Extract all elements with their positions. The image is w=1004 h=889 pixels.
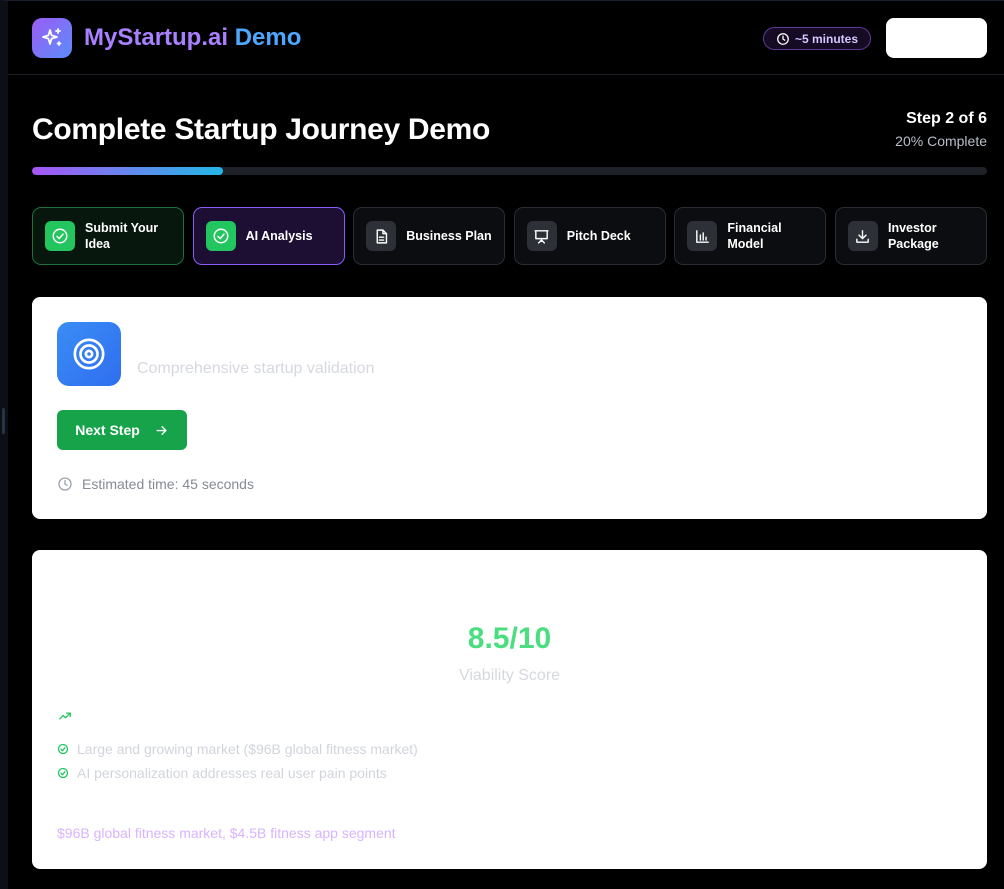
step-pitch-deck[interactable]: Pitch Deck xyxy=(513,207,666,265)
market-size: $96B global fitness market, $4.5B fitnes… xyxy=(57,825,396,841)
step-subtitle: Comprehensive startup validation xyxy=(137,360,375,377)
check-circle-icon xyxy=(205,221,236,251)
step-label: Business Plan xyxy=(406,229,492,243)
estimated-time-text: Estimated time: 45 seconds xyxy=(82,476,254,492)
progress-fill xyxy=(32,167,223,175)
step-business-plan[interactable]: Business Plan xyxy=(353,207,506,265)
duration-badge: ~5 minutes xyxy=(763,27,871,50)
check-circle-icon xyxy=(57,767,69,779)
presentation-icon xyxy=(526,221,557,251)
document-icon xyxy=(366,221,397,251)
list-item: Large and growing market ($96B global fi… xyxy=(57,737,418,761)
step-financial-model[interactable]: Financial Model xyxy=(674,207,827,265)
step-label: Submit Your Idea xyxy=(85,221,159,251)
step-investor-package[interactable]: Investor Package xyxy=(834,207,987,265)
download-icon xyxy=(847,221,878,251)
clock-icon xyxy=(58,477,72,491)
progress-bar xyxy=(32,167,987,175)
brand-name: MyStartup.ai xyxy=(84,24,229,51)
next-step-label: Next Step xyxy=(75,422,140,438)
bar-chart-icon xyxy=(687,221,718,251)
check-circle-icon xyxy=(57,743,69,755)
strengths-list: Large and growing market ($96B global fi… xyxy=(57,737,418,785)
step-label: AI Analysis xyxy=(245,229,313,243)
step-label: Financial Model xyxy=(727,221,782,251)
resize-handle[interactable] xyxy=(2,408,5,434)
step-label: Pitch Deck xyxy=(566,229,631,243)
sparkles-icon xyxy=(32,18,72,58)
duration-text: ~5 minutes xyxy=(794,31,859,46)
brand-suffix: Demo xyxy=(234,24,302,51)
step-tabs: Submit Your Idea AI Analysis Business Pl… xyxy=(32,207,987,265)
strength-text: Large and growing market ($96B global fi… xyxy=(77,741,418,757)
arrow-right-icon xyxy=(156,425,167,435)
strength-text: AI personalization addresses real user p… xyxy=(77,765,387,781)
analysis-card: 8.5/10 Viability Score Large and growing… xyxy=(32,550,987,869)
page-title: Complete Startup Journey Demo xyxy=(32,113,491,146)
brand-title[interactable]: MyStartup.ai Demo xyxy=(84,23,301,53)
estimated-time: Estimated time: 45 seconds xyxy=(57,476,254,492)
step-counter: Step 2 of 6 xyxy=(906,110,987,127)
step-submit-idea[interactable]: Submit Your Idea xyxy=(32,207,184,265)
step-ai-analysis[interactable]: AI Analysis xyxy=(192,207,345,265)
check-circle-icon xyxy=(45,221,75,251)
clock-icon xyxy=(777,32,789,45)
percent-complete: 20% Complete xyxy=(895,133,987,149)
next-step-button[interactable]: Next Step xyxy=(57,410,187,450)
target-icon xyxy=(57,322,121,386)
header-action-button[interactable] xyxy=(886,18,987,58)
trending-up-icon xyxy=(57,709,73,728)
viability-score-label: Viability Score xyxy=(458,667,561,684)
viability-score: 8.5/10 xyxy=(467,622,552,655)
current-step-card: Comprehensive startup validation Next St… xyxy=(32,297,987,519)
step-label: Investor Package xyxy=(887,221,939,251)
top-bar: MyStartup.ai Demo ~5 minutes xyxy=(8,0,1004,75)
list-item: AI personalization addresses real user p… xyxy=(57,761,418,785)
